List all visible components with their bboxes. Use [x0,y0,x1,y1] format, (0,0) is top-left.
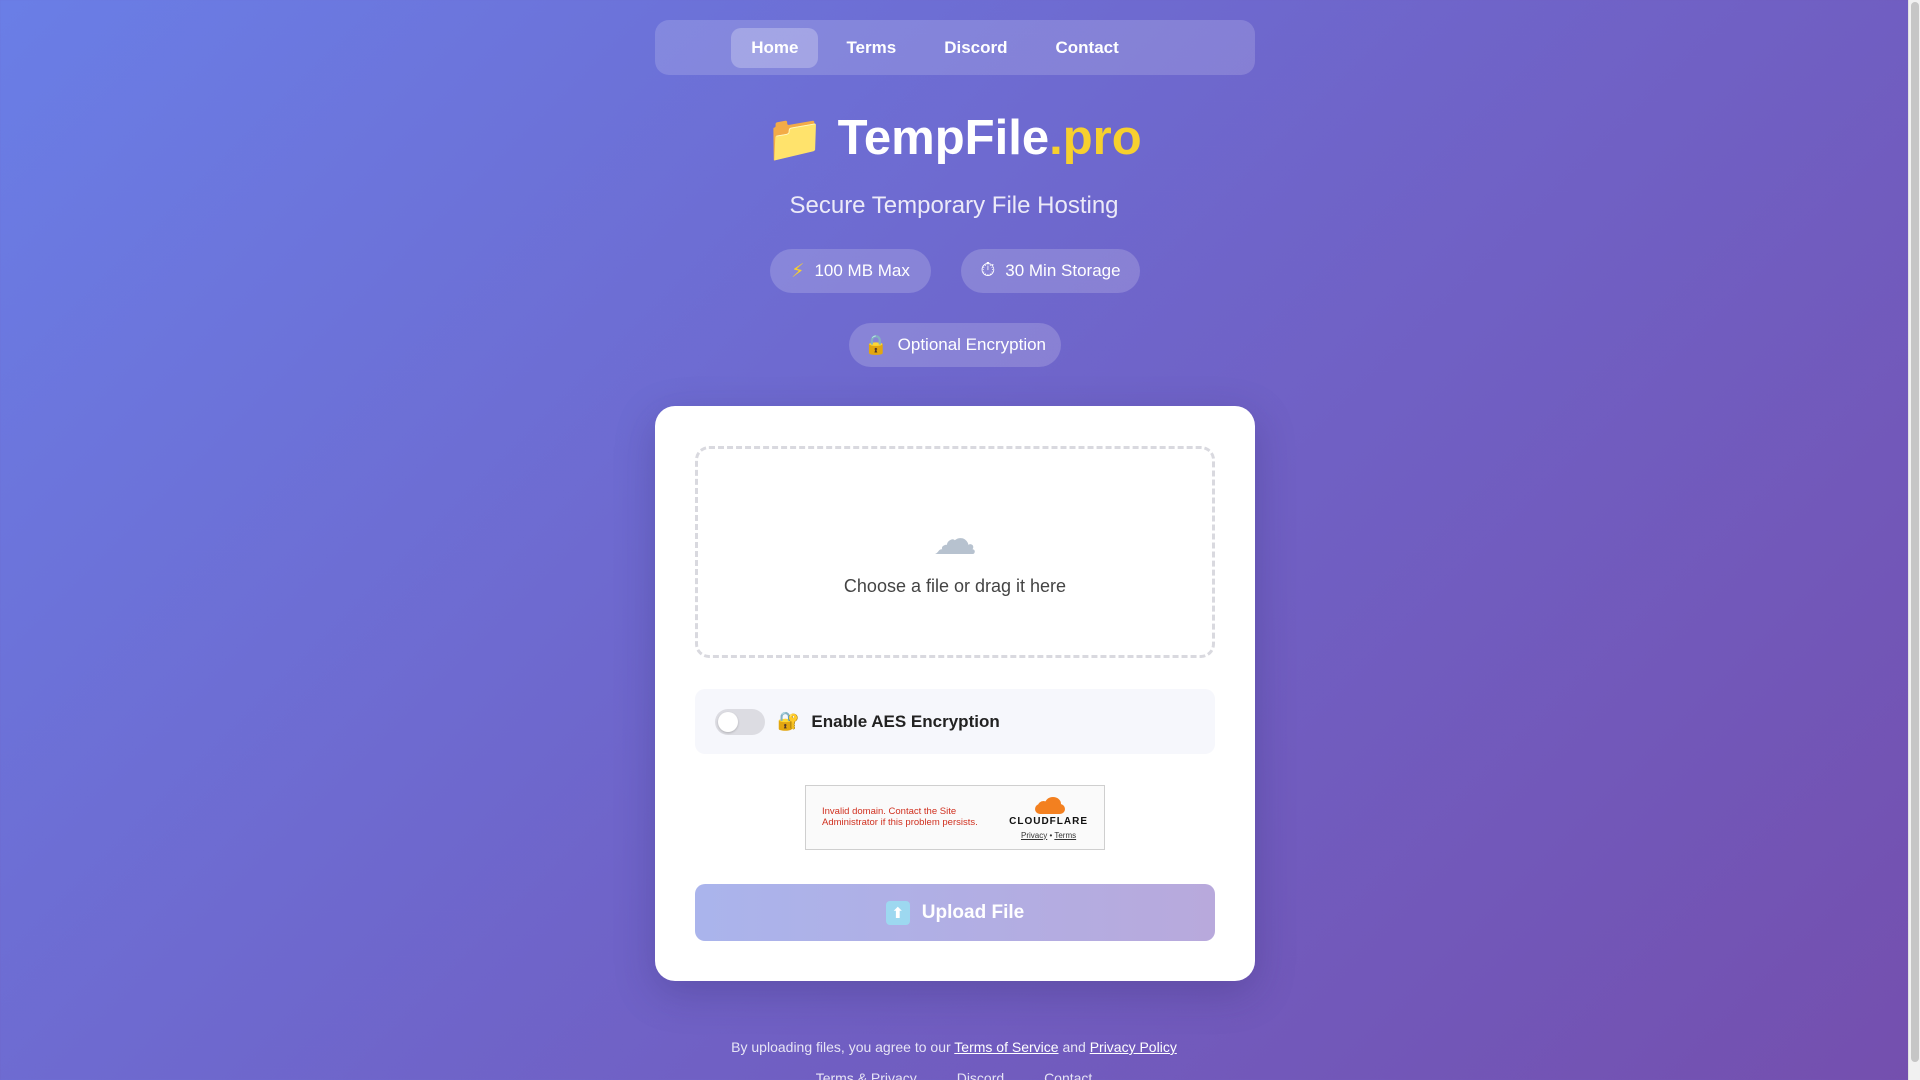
nav-home[interactable]: Home [731,27,819,68]
footer-link-discord[interactable]: Discord [957,1070,1004,1080]
captcha-separator: • [1049,830,1053,840]
encryption-option: 🔐 Enable AES Encryption [695,689,1215,754]
feature-label: 100 MB Max [814,261,910,280]
captcha-widget[interactable]: Invalid domain. Contact the Site Adminis… [805,785,1105,850]
upload-card: ☁ Choose a file or drag it here 🔐 Enable… [655,406,1255,981]
nav-contact[interactable]: Contact [1036,28,1139,68]
site-subtitle: Secure Temporary File Hosting [789,192,1119,219]
cloudflare-wordmark: CLOUDFLARE [1009,815,1088,827]
footer-link-contact[interactable]: Contact [1044,1070,1092,1080]
captcha-privacy-link[interactable]: Privacy [1021,831,1047,840]
nav-terms[interactable]: Terms [826,28,916,68]
cloud-icon: ☁ [933,514,977,564]
dropzone-text: Choose a file or drag it here [843,575,1067,596]
upload-button-label: Upload File [921,901,1025,923]
stopwatch-icon: ⏱ [980,260,996,281]
privacy-policy-link[interactable]: Privacy Policy [1090,1039,1177,1055]
feature-label: Optional Encryption [897,335,1047,354]
feature-badge-size: ⚡ 100 MB Max [770,249,931,293]
captcha-terms-link[interactable]: Terms [1054,831,1076,840]
lock-key-icon: 🔐 [777,711,800,731]
feature-badge-encryption: 🔒 Optional Encryption [849,323,1061,367]
upload-button[interactable]: ⬆ Upload File [695,884,1215,941]
captcha-links: Privacy • Terms [1021,831,1076,840]
brand-tld: .pro [1049,111,1142,165]
scrollbar-thumb[interactable] [1911,2,1919,1062]
feature-label: 30 Min Storage [1005,261,1121,280]
footer-links: Terms & Privacy Discord Contact [0,1070,1908,1080]
encryption-label: Enable AES Encryption [811,711,1000,731]
lightning-icon: ⚡ [791,260,805,282]
feature-badge-storage: ⏱ 30 Min Storage [961,249,1140,293]
consent-prefix: By uploading files, you agree to our [731,1039,951,1055]
encryption-toggle[interactable] [715,708,765,735]
cloudflare-logo-icon [1029,796,1069,814]
folder-icon: 📁 [766,112,824,164]
toggle-knob [718,711,738,732]
terms-of-service-link[interactable]: Terms of Service [954,1039,1058,1055]
consent-notice: By uploading files, you agree to our Ter… [0,1039,1908,1055]
consent-and: and [1062,1039,1086,1055]
captcha-error: Invalid domain. Contact the Site Adminis… [822,806,978,828]
cloudflare-branding: CLOUDFLARE Privacy • Terms [1009,796,1088,840]
brand-name: TempFile [837,111,1050,165]
footer-link-terms[interactable]: Terms & Privacy [816,1070,917,1080]
page-scrollbar[interactable] [1908,0,1920,1080]
upload-arrow-icon: ⬆ [885,900,910,925]
top-navigation: Home Terms Discord Contact [655,20,1255,75]
file-dropzone[interactable]: ☁ Choose a file or drag it here [695,446,1215,658]
lock-icon: 🔒 [863,335,888,356]
site-logo: 📁 TempFile.pro [0,110,1908,166]
nav-discord[interactable]: Discord [924,28,1027,68]
